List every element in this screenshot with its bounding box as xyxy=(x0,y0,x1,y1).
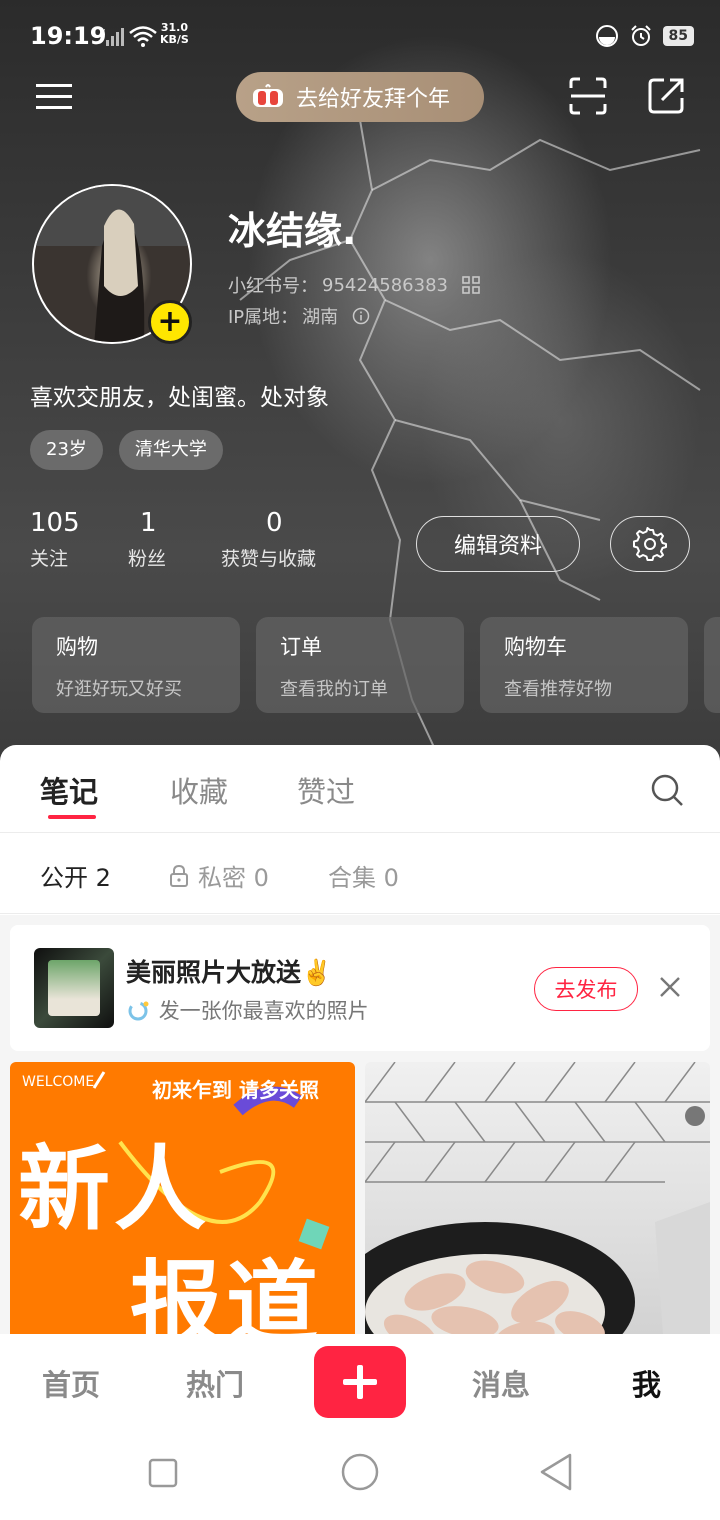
close-icon[interactable] xyxy=(658,975,682,999)
home-circle-icon[interactable] xyxy=(340,1452,380,1492)
avatar-add-icon[interactable]: + xyxy=(148,300,192,344)
wifi-icon xyxy=(129,26,157,47)
avatar-container[interactable]: + xyxy=(32,184,192,344)
nav-home[interactable]: 首页 xyxy=(42,1362,100,1404)
subtab-public-label: 公开 2 xyxy=(40,864,111,892)
stat-followers[interactable]: 1 粉丝 xyxy=(128,508,166,571)
qr-code-icon[interactable] xyxy=(462,276,480,294)
note-photo-image xyxy=(365,1062,710,1362)
card-cart-title: 购物车 xyxy=(504,635,567,659)
battery-indicator: 85 xyxy=(662,26,694,46)
subtab-albums[interactable]: 合集 0 xyxy=(328,858,399,893)
nickname: 冰结缘. xyxy=(228,209,357,253)
svg-text:×: × xyxy=(98,27,106,38)
card-cart[interactable]: 购物车 查看推荐好物 xyxy=(480,617,688,713)
tab-liked[interactable]: 赞过 xyxy=(297,769,355,811)
content-sheet: 笔记 收藏 赞过 公开 2 私密 0 合集 0 美丽照片大放送✌️ 发一张你最喜… xyxy=(0,745,720,1362)
profile-header: 19:19 × 31.0 KB/S 85 去给好友拜个年 + 冰结缘. 小红书号… xyxy=(0,0,720,790)
note-welcome-text: WELCOME xyxy=(22,1074,95,1090)
system-navigation-bar xyxy=(0,1430,720,1520)
promo-title: 美丽照片大放送✌️ xyxy=(126,958,333,987)
search-icon[interactable] xyxy=(648,771,686,809)
subtab-private[interactable]: 私密 0 xyxy=(168,858,269,893)
net-speed: 31.0 KB/S xyxy=(160,21,189,46)
bottom-navigation: 首页 热门 消息 我 xyxy=(0,1334,720,1430)
stat-likes-label: 获赞与收藏 xyxy=(221,548,317,570)
card-orders-title: 订单 xyxy=(280,635,322,659)
card-cart-subtitle: 查看推荐好物 xyxy=(504,679,612,700)
note-big-text-line1: 新人 xyxy=(18,1136,211,1243)
status-time: 19:19 xyxy=(30,22,107,50)
info-icon[interactable] xyxy=(352,307,370,325)
stat-followers-label: 粉丝 xyxy=(128,548,167,570)
promo-banner[interactable]: 美丽照片大放送✌️ 发一张你最喜欢的照片 去发布 xyxy=(10,925,710,1051)
card-next-peek[interactable] xyxy=(704,617,720,713)
edit-profile-button[interactable]: 编辑资料 xyxy=(416,516,580,572)
stat-likes[interactable]: 0 获赞与收藏 xyxy=(221,508,316,571)
user-id-value: 95424586383 xyxy=(322,274,448,296)
promo-thumbnail xyxy=(34,948,114,1028)
card-shopping[interactable]: 购物 好逛好玩又好买 xyxy=(32,617,240,713)
gear-icon xyxy=(633,527,667,561)
profile-tags: 23岁 清华大学 xyxy=(30,430,223,470)
settings-button[interactable] xyxy=(610,516,690,572)
back-triangle-icon[interactable] xyxy=(538,1452,574,1492)
content-tabs: 笔记 收藏 赞过 xyxy=(0,745,720,833)
tag-school[interactable]: 清华大学 xyxy=(118,430,223,470)
lock-icon xyxy=(170,864,188,887)
bio-text: 喜欢交朋友，处闺蜜。处对象 xyxy=(30,385,329,411)
note-big-text: 新人 报道 xyxy=(18,1132,322,1362)
tag-age[interactable]: 23岁 xyxy=(30,430,103,470)
gift-icon xyxy=(253,84,283,107)
publish-button[interactable]: 去发布 xyxy=(534,967,638,1011)
card-shopping-subtitle: 好逛好玩又好买 xyxy=(56,679,182,700)
ip-label: IP属地： xyxy=(228,307,299,328)
stat-following[interactable]: 105 关注 xyxy=(30,508,80,571)
promo-subtitle: 发一张你最喜欢的照片 xyxy=(126,995,369,1025)
note-headline: 初来乍到 请多关照 xyxy=(152,1078,319,1102)
subtab-private-label: 私密 0 xyxy=(198,864,269,892)
ip-location-row: IP属地： 湖南 xyxy=(228,303,370,329)
note-card-welcome[interactable]: WELCOME 初来乍到 请多关照 新人 报道 xyxy=(10,1062,355,1362)
stat-followers-count: 1 xyxy=(140,508,157,538)
user-id-label: 小红书号： xyxy=(228,276,318,297)
note-filter-tabs: 公开 2 私密 0 合集 0 xyxy=(0,834,720,914)
nav-messages[interactable]: 消息 xyxy=(472,1362,530,1404)
tab-collections[interactable]: 收藏 xyxy=(170,769,228,811)
subtab-albums-label: 合集 0 xyxy=(328,864,399,892)
nav-trending[interactable]: 热门 xyxy=(186,1362,244,1404)
sparkle-icon xyxy=(128,1001,149,1021)
tab-active-indicator xyxy=(48,815,96,819)
status-bar: 19:19 × 31.0 KB/S 85 xyxy=(0,0,720,72)
plus-icon xyxy=(343,1365,377,1399)
recent-apps-icon[interactable] xyxy=(148,1458,178,1488)
card-orders[interactable]: 订单 查看我的订单 xyxy=(256,617,464,713)
new-year-greeting-label: 去给好友拜个年 xyxy=(296,87,451,112)
menu-icon[interactable] xyxy=(34,78,74,114)
subtab-public[interactable]: 公开 2 xyxy=(40,858,111,893)
share-icon[interactable] xyxy=(646,76,686,116)
do-not-disturb-icon xyxy=(595,25,618,47)
note-card-photo[interactable] xyxy=(365,1062,710,1362)
create-post-button[interactable] xyxy=(314,1346,406,1418)
new-year-greeting-button[interactable]: 去给好友拜个年 xyxy=(236,72,484,122)
ip-value: 湖南 xyxy=(302,307,339,328)
card-shopping-title: 购物 xyxy=(56,635,98,659)
user-id-row: 小红书号： 95424586383 xyxy=(228,272,480,298)
signal-icon: × xyxy=(98,27,124,46)
stat-following-label: 关注 xyxy=(30,548,69,570)
tab-notes[interactable]: 笔记 xyxy=(40,769,98,811)
alarm-icon xyxy=(630,25,651,46)
stat-likes-count: 0 xyxy=(266,508,283,538)
promo-subtitle-text: 发一张你最喜欢的照片 xyxy=(158,999,369,1023)
stat-following-count: 105 xyxy=(30,508,80,538)
nav-me[interactable]: 我 xyxy=(632,1362,661,1404)
scan-icon[interactable] xyxy=(568,76,608,116)
card-orders-subtitle: 查看我的订单 xyxy=(280,679,388,700)
